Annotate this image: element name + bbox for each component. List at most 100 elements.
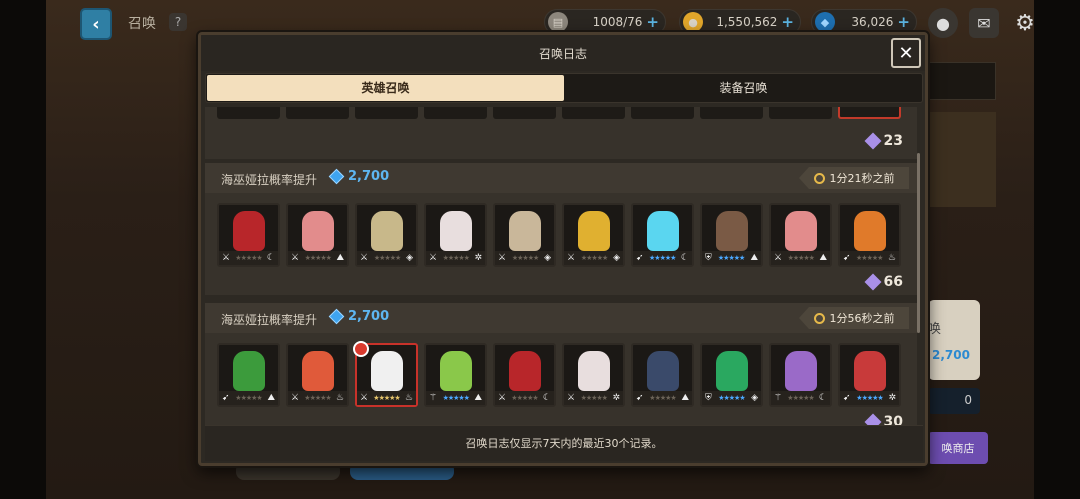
rarity-stars-icon: ★★★★★: [717, 254, 745, 262]
hero-card-footer: ⚔ ★★★★★ ☾: [495, 391, 554, 405]
rarity-stars-icon: ★★★★★: [649, 254, 676, 262]
hero-card[interactable]: ⚔ ★★★★★ ☾: [493, 343, 556, 407]
close-button[interactable]: ✕: [891, 38, 921, 68]
back-button[interactable]: ‹: [80, 8, 112, 40]
add-stamina-button[interactable]: +: [646, 13, 659, 31]
hero-pink-hair: [302, 211, 334, 251]
rarity-stars-icon: ★★★★★: [511, 394, 538, 402]
summon-timestamp: 1分21秒之前: [799, 167, 909, 189]
hero-card[interactable]: ⛨ ★★★★★ ⛰: [700, 203, 763, 267]
hero-spiky-blonde: [578, 211, 610, 251]
hero-pink-hair-2: [785, 211, 817, 251]
hero-card[interactable]: ⚚ ★★★★★ ☾: [769, 343, 832, 407]
hero-card[interactable]: ⚔ ★★★★★ ✲: [562, 343, 625, 407]
hero-card[interactable]: ⚔ ★★★★★ ◈: [355, 203, 418, 267]
hero-card[interactable]: ⚔ ★★★★★ ♨: [353, 341, 418, 407]
banner-cost-value: 2,700: [348, 309, 390, 324]
gold-value: 1,550,562: [716, 15, 778, 29]
staff-icon: ⚚: [774, 393, 783, 403]
hero-phoenix-girl: [854, 211, 886, 251]
banner-cost-value: 2,700: [348, 169, 390, 184]
rarity-stars-icon: ★★★★★: [235, 394, 262, 402]
hero-card[interactable]: ⚔ ★★★★★ ◈: [493, 203, 556, 267]
background-shop-button: 唤商店: [928, 432, 988, 464]
sword-icon: ⚔: [567, 393, 576, 403]
summon-time-text: 1分56秒之前: [829, 312, 895, 325]
hero-fox-girl: [302, 351, 334, 391]
crystal-icon: [864, 273, 882, 291]
earth-icon: ⛰: [336, 253, 344, 263]
hero-card[interactable]: ➹ ★★★★★ ✲: [838, 343, 901, 407]
hero-card[interactable]: ⚔ ★★★★★ ♨: [286, 343, 349, 407]
hero-result-row: ➹ ★★★★★ ⛰ ⚔ ★★★★★ ♨ ⚔ ★★★★★ ♨ ⚚ ★★★★★ ⛰ ⚔ ★★★★★ ☾ ⚔ ★★★★…: [217, 341, 901, 407]
rarity-stars-icon: ★★★★★: [304, 394, 331, 402]
bow-icon: ➹: [843, 253, 851, 263]
list-scrollbar[interactable]: [917, 153, 920, 333]
hero-card-footer: ⚔ ★★★★★ ◈: [357, 251, 416, 265]
hero-white-panda: [371, 351, 403, 391]
log-entry: 海巫娅拉概率提升 2,700 1分56秒之前 ➹ ★★★★★ ⛰ ⚔ ★★★★★ ♨ ⚔ ★★…: [205, 303, 917, 425]
hero-card-footer: ⚔ ★★★★★ ⛰: [771, 251, 830, 265]
modal-title: 召唤日志: [538, 47, 587, 61]
modal-header: 召唤日志 ✕: [201, 35, 925, 71]
log-entry-partial: 23: [205, 107, 917, 159]
fire-icon: ♨: [335, 393, 344, 403]
help-button[interactable]: ?: [169, 13, 187, 31]
hero-card-footer: ➹ ★★★★★ ⛰: [219, 391, 278, 405]
hero-card[interactable]: ⚔ ★★★★★ ⛰: [286, 203, 349, 267]
sword-icon: ⚔: [567, 253, 576, 263]
hero-card[interactable]: ⚔ ★★★★★ ◈: [562, 203, 625, 267]
hero-ice-dragon: [647, 211, 679, 251]
log-entry-header: 海巫娅拉概率提升 2,700 1分21秒之前: [205, 163, 917, 193]
bow-icon: ➹: [636, 393, 644, 403]
close-icon: ✕: [898, 42, 914, 64]
light-icon: ◈: [544, 253, 551, 263]
basic-icon: ✲: [612, 393, 620, 403]
rarity-stars-icon: ★★★★★: [580, 394, 608, 402]
rarity-stars-icon: ★★★★★: [787, 254, 815, 262]
tab-equipment-summon[interactable]: 装备召唤: [565, 74, 922, 102]
hero-card[interactable]: ⚔ ★★★★★ ⛰: [769, 203, 832, 267]
hero-card-footer: ⚔ ★★★★★ ☾: [219, 251, 278, 265]
hero-card[interactable]: ➹ ★★★★★ ♨: [838, 203, 901, 267]
rarity-stars-icon: ★★★★★: [856, 394, 883, 402]
hero-card-footer: ⚔ ★★★★★ ✲: [564, 391, 623, 405]
hero-dragon-rider: [716, 351, 748, 391]
add-gold-button[interactable]: +: [781, 13, 794, 31]
hero-card[interactable]: ➹ ★★★★★ ☾: [631, 203, 694, 267]
hero-white-beast: [440, 211, 472, 251]
log-entry-header: 海巫娅拉概率提升 2,700 1分56秒之前: [205, 303, 917, 333]
hero-card-footer: ⚔ ★★★★★ ♨: [357, 391, 416, 405]
mail-icon: ✉: [977, 13, 991, 33]
sword-icon: ⚔: [429, 253, 438, 263]
gold-coin-icon: ●: [683, 12, 703, 32]
hero-white-beast-2: [578, 351, 610, 391]
diamond-value: 36,026: [851, 15, 894, 29]
hero-card[interactable]: ➹ ★★★★★ ⛰: [631, 343, 694, 407]
background-summon-card: 唤 2,700: [928, 300, 980, 380]
chat-button[interactable]: ●: [928, 8, 958, 38]
hero-card[interactable]: ⚚ ★★★★★ ⛰: [424, 343, 487, 407]
add-diamond-button[interactable]: +: [897, 13, 910, 31]
light-icon: ◈: [613, 253, 620, 263]
hero-card[interactable]: ⛨ ★★★★★ ◈: [700, 343, 763, 407]
hero-card-footer: ⛨ ★★★★★ ⛰: [702, 251, 761, 265]
sword-icon: ⚔: [291, 253, 300, 263]
summon-timestamp: 1分56秒之前: [799, 307, 909, 329]
bow-icon: ➹: [843, 393, 851, 403]
summon-log-modal: 召唤日志 ✕ 英雄召唤 装备召唤 23 海巫娅拉概率提升 2,700 1分21秒…: [198, 32, 928, 466]
mail-button[interactable]: ✉: [969, 8, 999, 38]
summon-log-list[interactable]: 23 海巫娅拉概率提升 2,700 1分21秒之前 ⚔ ★★★★★ ☾ ⚔ ★★★★★ ⛰…: [205, 107, 917, 425]
rarity-stars-icon: ★★★★★: [442, 394, 470, 402]
hero-card[interactable]: ➹ ★★★★★ ⛰: [217, 343, 280, 407]
earth-icon: ⛰: [750, 253, 758, 263]
hero-card-footer: ⚔ ★★★★★ ⛰: [288, 251, 347, 265]
hero-card[interactable]: ⚔ ★★★★★ ✲: [424, 203, 487, 267]
hero-card[interactable]: ⚔ ★★★★★ ☾: [217, 203, 280, 267]
bow-icon: ➹: [636, 253, 644, 263]
hero-card-footer: ⚔ ★★★★★ ◈: [495, 251, 554, 265]
tab-hero-summon[interactable]: 英雄召唤: [207, 75, 564, 101]
settings-button[interactable]: ⚙: [1010, 8, 1040, 38]
earth-icon: ⛰: [474, 393, 482, 403]
hero-card-footer: ➹ ★★★★★ ♨: [840, 251, 899, 265]
